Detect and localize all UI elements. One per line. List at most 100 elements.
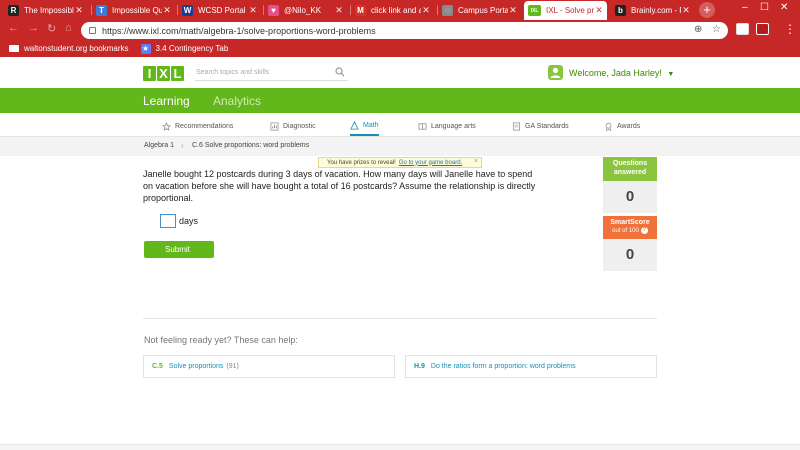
questions-answered-label: Questions answered <box>603 157 657 181</box>
close-icon[interactable]: × <box>474 158 478 165</box>
tab-close-icon[interactable]: ✕ <box>162 5 172 16</box>
skill-code: H.9 <box>414 363 425 370</box>
new-tab-button[interactable]: + <box>699 2 715 18</box>
ixl-logo[interactable]: I X L <box>143 66 185 81</box>
tab-title: click link and ans <box>371 6 421 15</box>
answer-unit: days <box>179 216 199 226</box>
bookmarks-bar: waltonstudent.org bookmarks ★ 3.4 Contin… <box>0 40 800 57</box>
bookmark-label: waltonstudent.org bookmarks <box>24 44 129 53</box>
tab-ga-standards[interactable]: GA Standards <box>512 116 569 136</box>
tab-title: IXL - Solve propo <box>546 6 594 15</box>
browser-tab-impossible-quiz[interactable]: R The Impossible Quiz ✕ <box>4 1 87 20</box>
prize-text: You have prizes to reveal! <box>327 159 396 166</box>
folder-icon <box>9 45 19 52</box>
address-bar[interactable]: https://www.ixl.com/math/algebra-1/solve… <box>81 22 728 39</box>
reload-icon[interactable]: ↻ <box>47 22 56 35</box>
lock-icon <box>89 27 96 34</box>
tab-close-icon[interactable]: ✕ <box>248 5 258 16</box>
tab-label: Recommendations <box>175 122 234 130</box>
browser-tab-brainly[interactable]: b Brainly.com - For ✕ <box>611 1 694 20</box>
home-icon[interactable]: ⌂ <box>65 22 72 34</box>
logo-letter: L <box>171 66 184 81</box>
recommendations-icon <box>162 121 171 131</box>
game-board-link[interactable]: Go to your game board. <box>399 160 462 166</box>
avatar[interactable] <box>548 65 563 80</box>
extension-icon[interactable] <box>736 23 749 35</box>
tab-recommendations[interactable]: Recommendations <box>162 116 233 136</box>
ixl-header <box>0 57 800 88</box>
breadcrumb-skill: C.6 Solve proportions: word problems <box>192 142 310 149</box>
browser-tab-nilo[interactable]: ♥ @Nilo_KK ✕ <box>264 1 347 20</box>
skill-code: C.5 <box>152 363 163 370</box>
smartscore-value: 0 <box>603 239 657 271</box>
browser-tab-gmail[interactable]: M click link and ans ✕ <box>351 1 434 20</box>
help-card-solve-proportions[interactable]: C.5 Solve proportions (91) <box>143 355 395 378</box>
tab-title: Impossible Quiz <box>112 6 162 15</box>
diagnostic-icon <box>270 122 279 130</box>
forward-icon[interactable]: → <box>28 22 39 34</box>
standards-icon <box>512 122 521 130</box>
window-close-icon[interactable]: ✕ <box>780 2 788 13</box>
tab-close-icon[interactable]: ✕ <box>681 5 691 16</box>
subject-tabs <box>0 113 800 137</box>
browser-tab-wcsd-portal[interactable]: W WCSD Portal ✕ <box>178 1 261 20</box>
extension-icon[interactable] <box>756 23 769 35</box>
tab-close-icon[interactable]: ✕ <box>421 5 431 16</box>
help-card-ratios-proportion[interactable]: H.9 Do the ratios form a proportion: wor… <box>405 355 657 378</box>
minimize-icon[interactable]: – <box>742 2 748 13</box>
tab-diagnostic[interactable]: Diagnostic <box>270 116 316 136</box>
question-text: Janelle bought 12 postcards during 3 day… <box>143 169 536 203</box>
maximize-icon[interactable]: ☐ <box>760 2 769 13</box>
nav-analytics[interactable]: Analytics <box>213 94 261 108</box>
browser-tab-campus-portal[interactable]: ◌ Campus Portal ✕ <box>438 1 521 20</box>
submit-button[interactable]: Submit <box>144 241 214 258</box>
tab-favicon-icon: M <box>355 5 366 16</box>
browser-tab-strip: R The Impossible Quiz ✕ T Impossible Qui… <box>0 0 800 20</box>
tab-title: Brainly.com - For <box>631 6 681 15</box>
book-icon <box>418 122 427 130</box>
menu-icon[interactable]: ⋮ <box>784 22 796 36</box>
tab-close-icon[interactable]: ✕ <box>74 5 84 16</box>
tab-label: Diagnostic <box>283 122 316 130</box>
tab-favicon-icon: b <box>615 5 626 16</box>
bookmark-waltonstudent[interactable]: waltonstudent.org bookmarks <box>9 44 129 53</box>
back-icon[interactable]: ← <box>8 22 19 34</box>
skill-count: (91) <box>226 363 239 370</box>
browser-tab-ixl-active[interactable]: IXL IXL - Solve propo ✕ <box>524 1 607 20</box>
tab-label: Language arts <box>431 122 476 130</box>
browser-tab-impossible-quiz-2[interactable]: T Impossible Quiz ✕ <box>92 1 175 20</box>
nav-learning[interactable]: Learning <box>143 94 190 108</box>
bookmark-star-icon[interactable]: ☆ <box>712 24 721 35</box>
questions-answered-value: 0 <box>603 181 657 213</box>
tab-title: Campus Portal <box>458 6 508 15</box>
chevron-right-icon: › <box>181 141 184 150</box>
answer-input[interactable] <box>160 214 176 228</box>
chevron-down-icon: ▼ <box>667 71 675 78</box>
info-icon[interactable]: ? <box>640 227 648 234</box>
tab-favicon-icon: R <box>8 5 19 16</box>
tab-label: Math <box>363 121 379 129</box>
breadcrumb-course[interactable]: Algebra 1 <box>144 142 174 149</box>
tab-favicon-icon: T <box>96 5 107 16</box>
tab-close-icon[interactable]: ✕ <box>594 5 604 16</box>
search-icon[interactable] <box>335 67 345 77</box>
welcome-menu[interactable]: Welcome, Jada Harley! ▼ <box>569 68 674 78</box>
tab-math[interactable]: Math <box>350 116 379 136</box>
primary-nav <box>0 88 800 113</box>
tab-close-icon[interactable]: ✕ <box>508 5 518 16</box>
logo-letter: X <box>157 66 170 81</box>
tab-favicon-icon: IXL <box>528 5 541 16</box>
smartscore-label: SmartScore out of 100? <box>603 216 657 239</box>
smartscore-subtitle: out of 100 <box>612 228 639 235</box>
questions-label-line: answered <box>613 168 647 176</box>
tab-label: GA Standards <box>525 122 569 130</box>
tab-language-arts[interactable]: Language arts <box>418 116 476 136</box>
bookmark-contingency[interactable]: ★ 3.4 Contingency Tab <box>140 43 228 54</box>
awards-icon <box>605 122 612 131</box>
tab-awards[interactable]: Awards <box>604 116 640 136</box>
logo-letter: I <box>143 66 156 81</box>
tab-favicon-icon: W <box>182 5 193 16</box>
tab-close-icon[interactable]: ✕ <box>334 5 344 16</box>
search-input[interactable]: Search topics and skills <box>195 67 348 81</box>
zoom-icon[interactable]: ⊕ <box>694 24 702 35</box>
